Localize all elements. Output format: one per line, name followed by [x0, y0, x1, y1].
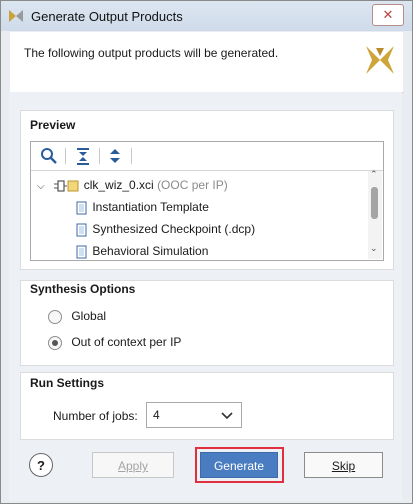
tree-item-label: Synthesized Checkpoint (.dcp)	[92, 222, 256, 236]
banner-message: The following output products will be ge…	[24, 46, 279, 60]
apply-label: Apply	[117, 459, 149, 473]
toolbar-separator	[65, 148, 66, 164]
tree-root-suffix: (OOC per IP)	[157, 178, 228, 192]
close-button[interactable]: ✕	[372, 4, 404, 26]
expand-all-icon[interactable]	[105, 146, 125, 166]
scroll-up-icon[interactable]: ⌃	[370, 169, 378, 180]
window-title: Generate Output Products	[31, 9, 183, 24]
radio-global-label: Global	[71, 309, 107, 323]
skip-label: Skip	[331, 459, 356, 473]
header-banner: The following output products will be ge…	[10, 32, 403, 93]
tree-item[interactable]: Instantiation Template	[75, 196, 209, 218]
tree-item-label: Instantiation Template	[92, 200, 209, 214]
vivado-logo-icon	[9, 10, 23, 22]
preview-panel: ⌵ clk_wiz_0.xci (OOC per IP) Instantiati…	[30, 141, 384, 261]
file-icon	[76, 201, 87, 215]
preview-scrollbar[interactable]: ⌃ ⌄	[368, 169, 382, 259]
tree-root-row[interactable]: ⌵ clk_wiz_0.xci (OOC per IP)	[37, 174, 228, 196]
preview-tree: ⌵ clk_wiz_0.xci (OOC per IP) Instantiati…	[31, 171, 367, 259]
xilinx-logo-icon	[366, 46, 394, 74]
tree-item[interactable]: Behavioral Simulation	[75, 240, 208, 259]
preview-heading: Preview	[30, 118, 76, 132]
toolbar-separator	[131, 148, 132, 164]
search-icon[interactable]	[39, 146, 59, 166]
close-icon: ✕	[382, 7, 394, 22]
tree-root-label: clk_wiz_0.xci	[83, 178, 154, 192]
ip-core-icon	[54, 180, 79, 192]
tree-item-label: Behavioral Simulation	[92, 244, 209, 258]
skip-button[interactable]: Skip	[304, 452, 383, 478]
help-button[interactable]: ?	[29, 453, 53, 477]
run-settings-heading: Run Settings	[30, 376, 104, 390]
help-icon: ?	[37, 458, 45, 473]
radio-global[interactable]: Global	[48, 306, 106, 326]
radio-ooc-per-ip[interactable]: Out of context per IP	[48, 332, 181, 352]
radio-button-ooc-per-ip[interactable]	[48, 335, 62, 350]
chevron-down-icon[interactable]	[221, 412, 233, 420]
radio-ooc-label: Out of context per IP	[71, 335, 182, 349]
file-icon	[76, 223, 87, 237]
generate-label: Generate	[213, 459, 265, 473]
toolbar-separator	[99, 148, 100, 164]
jobs-label: Number of jobs:	[53, 409, 138, 423]
scroll-down-icon[interactable]: ⌄	[370, 243, 378, 254]
scrollbar-thumb[interactable]	[371, 187, 378, 219]
preview-toolbar	[31, 142, 383, 171]
radio-button-global[interactable]	[48, 309, 62, 324]
collapse-all-icon[interactable]	[73, 146, 93, 166]
file-icon	[76, 245, 87, 259]
apply-button[interactable]: Apply	[92, 452, 174, 478]
title-bar[interactable]: Generate Output Products ✕	[1, 1, 412, 31]
chevron-down-icon[interactable]: ⌵	[37, 176, 49, 198]
jobs-dropdown[interactable]: 4	[146, 402, 242, 428]
synthesis-heading: Synthesis Options	[30, 282, 136, 296]
jobs-value: 4	[153, 408, 160, 422]
generate-button[interactable]: Generate	[200, 452, 278, 478]
tree-item[interactable]: Synthesized Checkpoint (.dcp)	[75, 218, 255, 240]
